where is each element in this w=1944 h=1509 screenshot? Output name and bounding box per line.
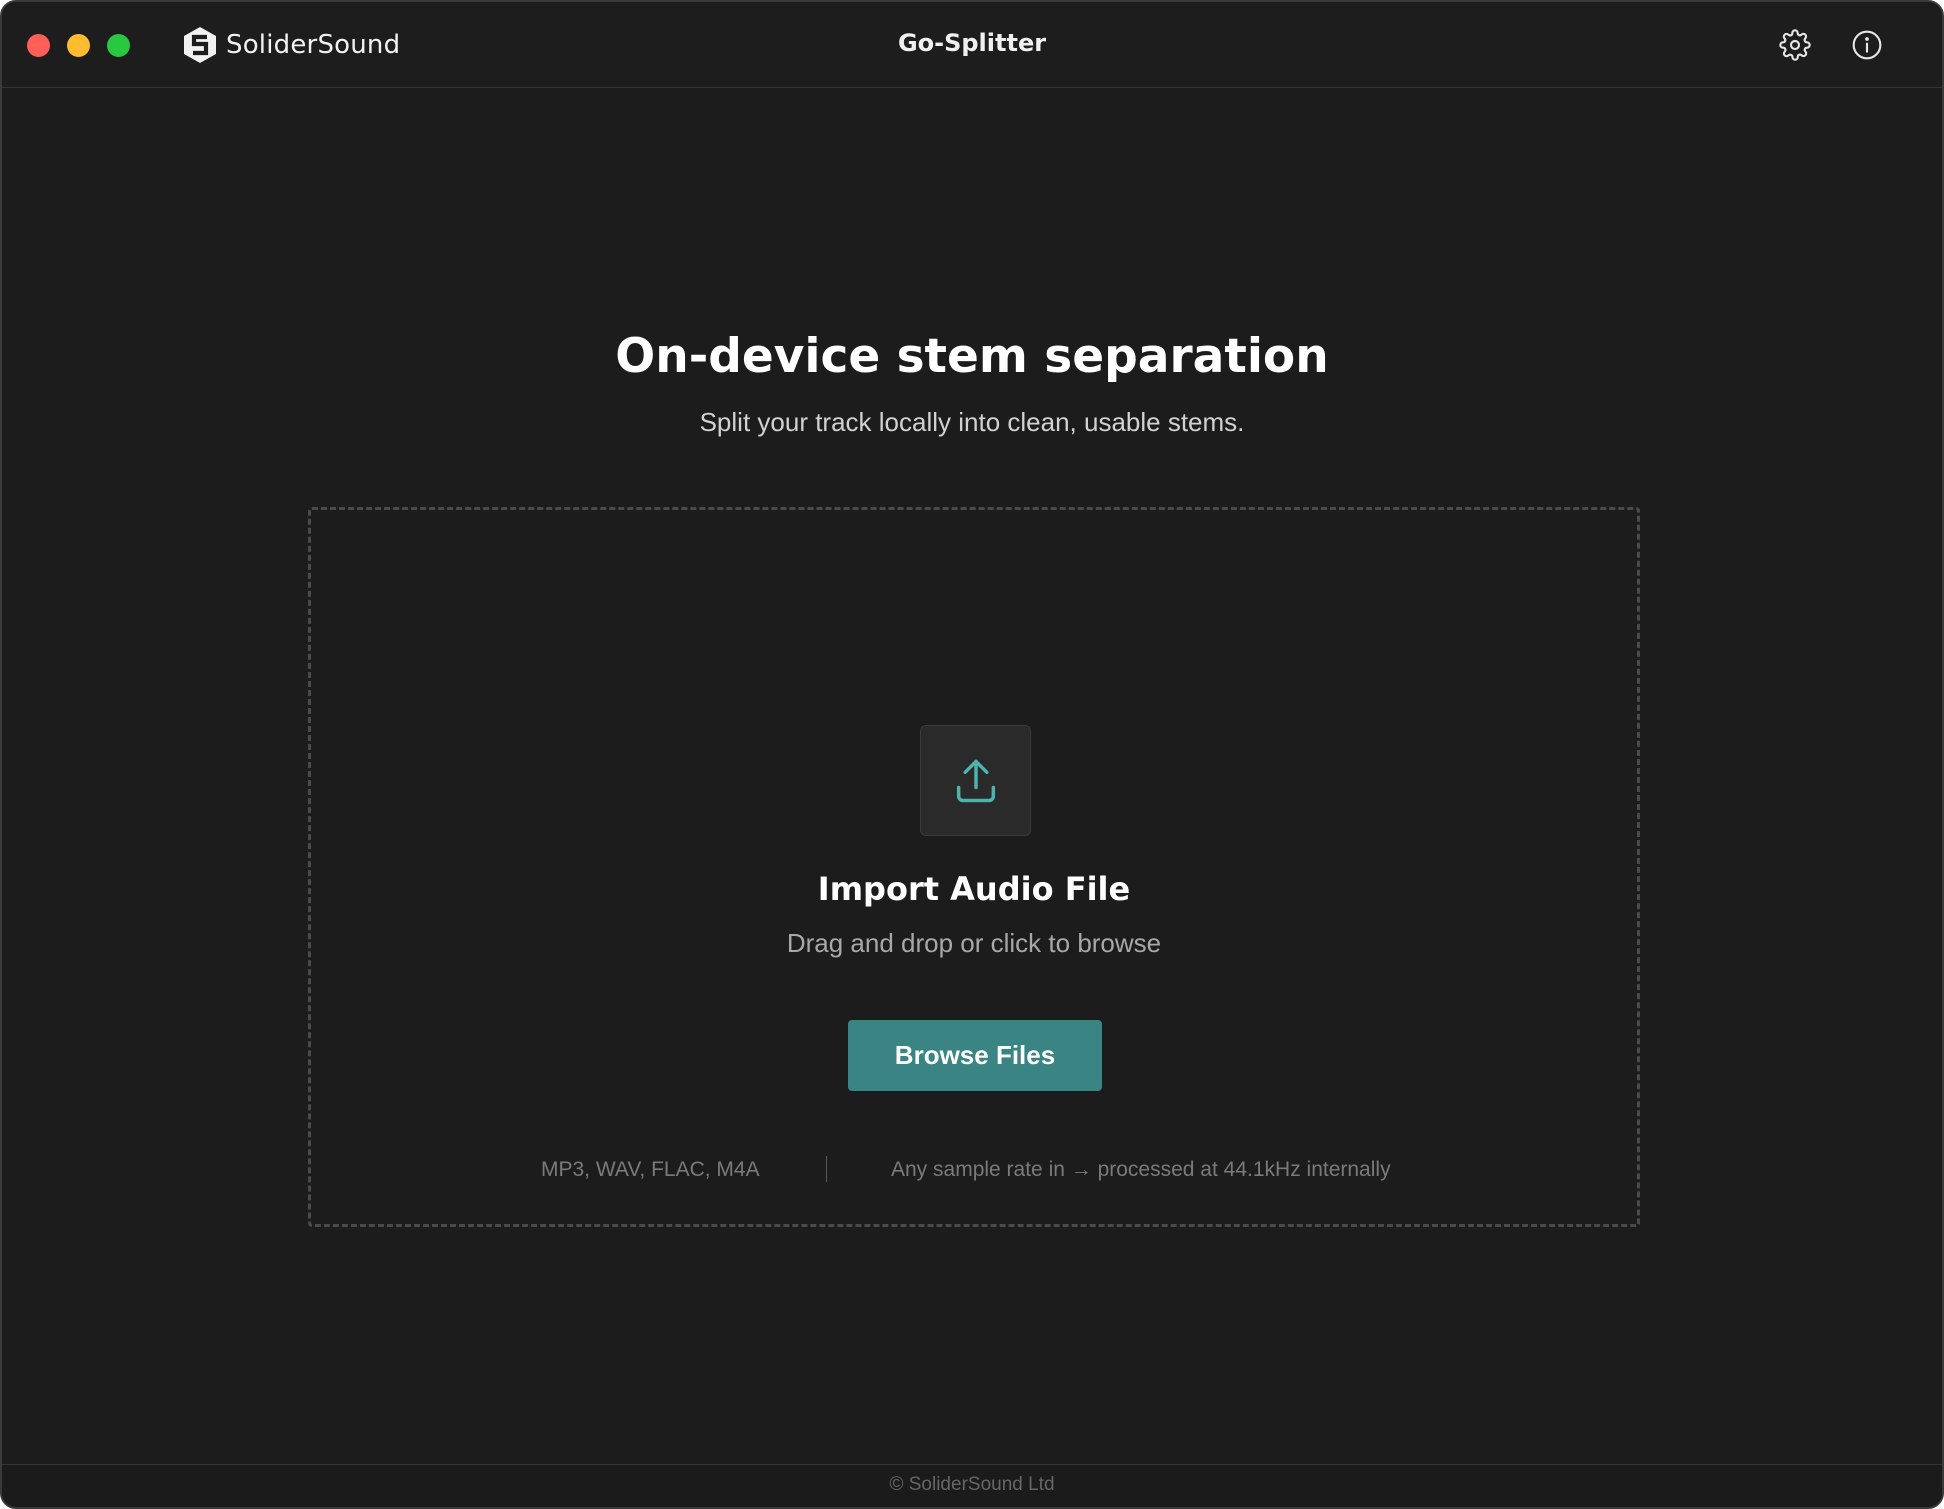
dropzone-hint: Drag and drop or click to browse bbox=[786, 928, 1162, 958]
title-bar[interactable]: SoliderSound Go-Splitter bbox=[2, 2, 1942, 88]
supported-formats: MP3, WAV, FLAC, M4A bbox=[541, 1158, 760, 1181]
audio-dropzone[interactable]: Import Audio File Drag and drop or click… bbox=[308, 507, 1640, 1227]
app-window: SoliderSound Go-Splitter On-device stem … bbox=[0, 0, 1944, 1509]
page-subtitle: Split your track locally into clean, usa… bbox=[699, 407, 1245, 437]
sample-rate-note: Any sample rate in → processed at 44.1kH… bbox=[891, 1158, 1391, 1181]
upload-tile bbox=[920, 725, 1031, 836]
browse-files-button[interactable]: Browse Files bbox=[848, 1020, 1102, 1091]
footer: © SoliderSound Ltd bbox=[2, 1464, 1942, 1507]
info-divider bbox=[826, 1156, 827, 1182]
info-button[interactable] bbox=[1850, 28, 1884, 62]
window-title: Go-Splitter bbox=[897, 29, 1047, 57]
dropzone-title: Import Audio File bbox=[817, 870, 1131, 908]
upload-icon bbox=[956, 759, 995, 802]
settings-button[interactable] bbox=[1778, 28, 1812, 62]
copyright-text: © SoliderSound Ltd bbox=[889, 1474, 1055, 1495]
main-content: On-device stem separation Split your tra… bbox=[2, 89, 1942, 1464]
info-icon bbox=[1852, 30, 1882, 60]
gear-icon bbox=[1779, 29, 1811, 61]
page-title: On-device stem separation bbox=[615, 329, 1329, 384]
